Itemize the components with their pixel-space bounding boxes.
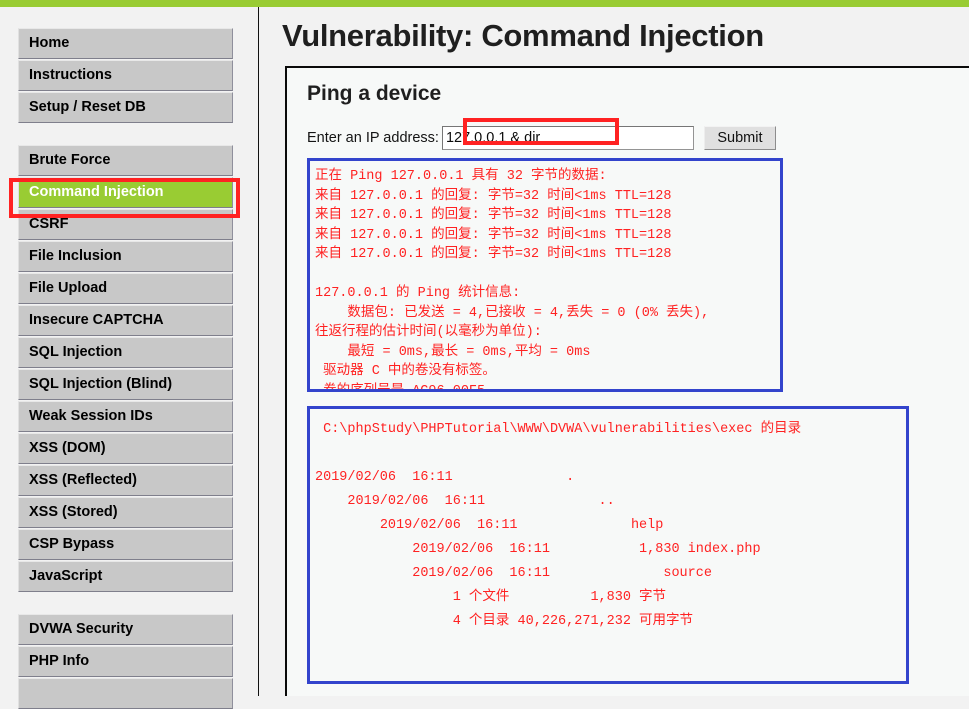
sidebar-item-csp-bypass[interactable]: CSP Bypass	[18, 529, 233, 560]
sidebar-item-javascript[interactable]: JavaScript	[18, 561, 233, 592]
sidebar-item-partial[interactable]	[18, 678, 233, 709]
sidebar-item-dvwa-security[interactable]: DVWA Security	[18, 614, 233, 645]
sidebar-item-sql-injection[interactable]: SQL Injection	[18, 337, 233, 368]
sidebar-group-meta: DVWA Security PHP Info	[0, 614, 258, 709]
main-content: Vulnerability: Command Injection Ping a …	[260, 7, 969, 696]
sidebar-group-vulnerabilities: Brute Force Command Injection CSRF File …	[0, 145, 258, 592]
page-title: Vulnerability: Command Injection	[282, 18, 764, 53]
sidebar-group-spacer-1	[0, 124, 258, 145]
sidebar-item-csrf[interactable]: CSRF	[18, 209, 233, 240]
sidebar-item-xss-dom[interactable]: XSS (DOM)	[18, 433, 233, 464]
sidebar-item-home[interactable]: Home	[18, 28, 233, 59]
sidebar-top-spacer	[0, 7, 258, 28]
section-title: Ping a device	[307, 82, 442, 105]
sidebar-item-file-upload[interactable]: File Upload	[18, 273, 233, 304]
ping-output-box: 正在 Ping 127.0.0.1 具有 32 字节的数据: 来自 127.0.…	[307, 158, 783, 392]
directory-output-text: C:\phpStudy\PHPTutorial\WWW\DVWA\vulnera…	[315, 422, 802, 629]
sidebar-item-brute-force[interactable]: Brute Force	[18, 145, 233, 176]
sidebar-item-instructions[interactable]: Instructions	[18, 60, 233, 91]
ip-address-input[interactable]	[441, 126, 694, 150]
top-accent-bar	[0, 0, 969, 7]
sidebar-item-sql-injection-blind[interactable]: SQL Injection (Blind)	[18, 369, 233, 400]
sidebar-group-spacer-2	[0, 593, 258, 614]
sidebar-item-file-inclusion[interactable]: File Inclusion	[18, 241, 233, 272]
sidebar-item-weak-session-ids[interactable]: Weak Session IDs	[18, 401, 233, 432]
ping-form: Enter an IP address: Submit	[307, 125, 776, 151]
sidebar-item-php-info[interactable]: PHP Info	[18, 646, 233, 677]
content-panel: Ping a device Enter an IP address: Submi…	[285, 66, 969, 696]
directory-output-box: C:\phpStudy\PHPTutorial\WWW\DVWA\vulnera…	[307, 406, 909, 684]
ping-output-text: 正在 Ping 127.0.0.1 具有 32 字节的数据: 来自 127.0.…	[315, 169, 710, 392]
sidebar-item-setup-reset-db[interactable]: Setup / Reset DB	[18, 92, 233, 123]
sidebar-group-general: Home Instructions Setup / Reset DB	[0, 28, 258, 123]
sidebar-item-insecure-captcha[interactable]: Insecure CAPTCHA	[18, 305, 233, 336]
sidebar: Home Instructions Setup / Reset DB Brute…	[0, 7, 259, 709]
submit-button[interactable]: Submit	[703, 126, 776, 150]
sidebar-item-xss-reflected[interactable]: XSS (Reflected)	[18, 465, 233, 496]
ip-address-label: Enter an IP address:	[307, 130, 439, 146]
sidebar-item-command-injection[interactable]: Command Injection	[18, 177, 233, 208]
sidebar-item-xss-stored[interactable]: XSS (Stored)	[18, 497, 233, 528]
